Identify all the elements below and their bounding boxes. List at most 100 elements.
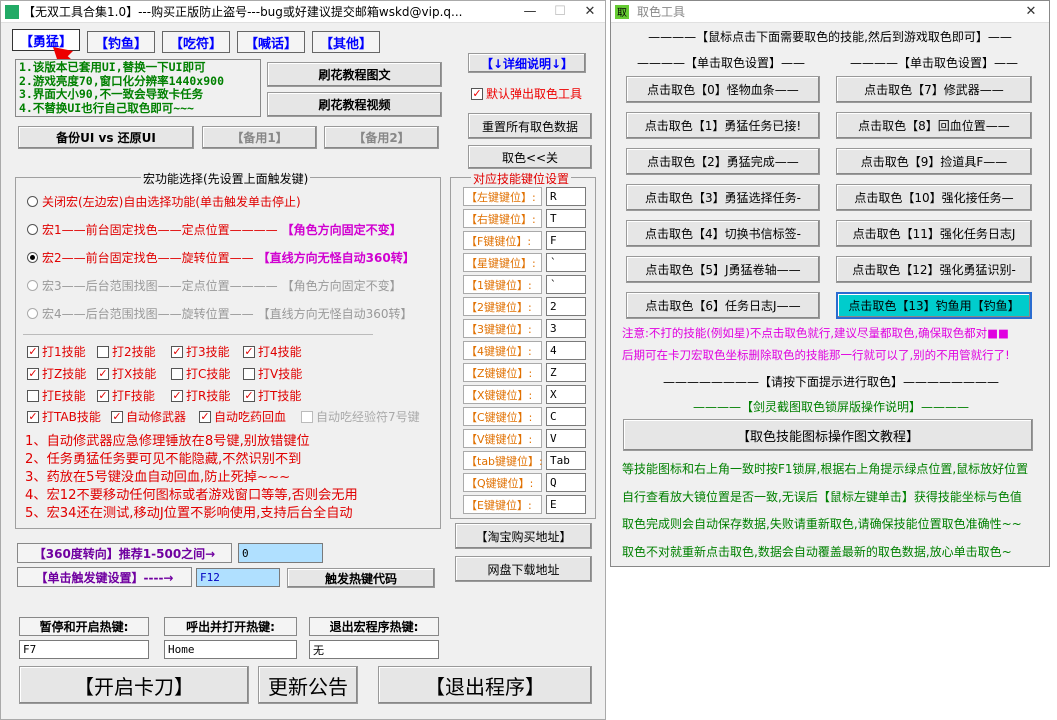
download-button[interactable]: 网盘下载地址 xyxy=(455,556,592,582)
checkbox-box[interactable]: ✓ xyxy=(171,345,183,358)
key-input[interactable]: F xyxy=(546,231,586,250)
pick-button-13[interactable]: 点击取色【13】钓鱼用【钓鱼】 xyxy=(836,292,1032,319)
auto-popup-checkbox[interactable]: ✓ 默认弹出取色工具 xyxy=(471,85,582,102)
skill-checkbox[interactable]: 打V技能 xyxy=(243,365,302,382)
checkbox-box[interactable] xyxy=(27,389,39,402)
pick-button-6[interactable]: 点击取色【6】任务日志J—— xyxy=(626,292,820,319)
checkbox-box[interactable] xyxy=(243,367,255,380)
radio-dot[interactable] xyxy=(27,224,38,235)
skill-checkbox[interactable]: ✓ 打X技能 xyxy=(97,365,156,382)
pick-button-10[interactable]: 点击取色【10】强化接任务— xyxy=(836,184,1032,211)
checkbox-box[interactable]: ✓ xyxy=(243,345,255,358)
maximize-icon[interactable]: ☐ xyxy=(545,4,575,19)
pick-button-8[interactable]: 点击取色【8】回血位置—— xyxy=(836,112,1032,139)
tab-shout[interactable]: 【喊话】 xyxy=(237,31,305,53)
skill-checkbox[interactable]: ✓ 打1技能 xyxy=(27,343,86,360)
spare2-button[interactable]: 【备用2】 xyxy=(324,126,439,149)
key-input[interactable]: E xyxy=(546,495,586,514)
checkbox-box[interactable]: ✓ xyxy=(27,345,39,358)
key-input[interactable]: 4 xyxy=(546,341,586,360)
taobao-button[interactable]: 【淘宝购买地址】 xyxy=(455,523,592,549)
tutorial-button[interactable]: 【取色技能图标操作图文教程】 xyxy=(623,419,1033,451)
pick-button-0[interactable]: 点击取色【0】怪物血条—— xyxy=(626,76,820,103)
detail-button[interactable]: 【↓详细说明↓】 xyxy=(468,53,586,73)
key-input[interactable]: Tab xyxy=(546,451,586,470)
checkbox-box[interactable]: ✓ xyxy=(243,389,255,402)
pick-button-11[interactable]: 点击取色【11】强化任务日志J xyxy=(836,220,1032,247)
skill-checkbox[interactable]: ✓ 打T技能 xyxy=(243,387,301,404)
pick-button-3[interactable]: 点击取色【3】勇猛选择任务- xyxy=(626,184,820,211)
radio-dot-selected[interactable] xyxy=(27,252,38,263)
checkbox-box[interactable]: ✓ xyxy=(27,367,39,380)
radio-dot[interactable] xyxy=(27,196,38,207)
checkbox-box[interactable]: ✓ xyxy=(97,367,109,380)
checkbox-box[interactable]: ✓ xyxy=(171,389,183,402)
key-input[interactable]: 2 xyxy=(546,297,586,316)
extra-checkbox[interactable]: ✓ 打TAB技能 xyxy=(27,408,101,425)
pause-hotkey-input[interactable]: F7 xyxy=(19,640,149,659)
update-button[interactable]: 更新公告 xyxy=(258,666,358,704)
macro-radio-1[interactable]: 宏1——前台固定找色——定点位置———— 【角色方向固定不变】 xyxy=(27,221,402,238)
turn-input[interactable]: 0 xyxy=(238,543,323,563)
trigger-code-button[interactable]: 触发热键代码 xyxy=(287,568,435,588)
checkbox-box[interactable]: ✓ xyxy=(471,87,483,100)
skill-checkbox[interactable]: ✓ 打Z技能 xyxy=(27,365,86,382)
extra-checkbox[interactable]: ✓ 自动吃药回血 xyxy=(199,408,286,425)
key-input[interactable]: R xyxy=(546,187,586,206)
trigger-input[interactable]: F12 xyxy=(196,568,280,587)
macro-radio-2[interactable]: 宏2——前台固定找色——旋转位置—— 【直线方向无怪自动360转】 xyxy=(27,249,415,266)
checkbox-box[interactable]: ✓ xyxy=(97,389,109,402)
tab-talisman[interactable]: 【吃符】 xyxy=(162,31,230,53)
color-toggle-button[interactable]: 取色<<关 xyxy=(468,145,592,169)
minimize-icon[interactable]: — xyxy=(515,4,545,19)
key-input[interactable]: 3 xyxy=(546,319,586,338)
pick-button-1[interactable]: 点击取色【1】勇猛任务已接! xyxy=(626,112,820,139)
pick-button-4[interactable]: 点击取色【4】切换书信标签- xyxy=(626,220,820,247)
radio-dot[interactable] xyxy=(27,280,38,291)
skill-checkbox[interactable]: 打E技能 xyxy=(27,387,86,404)
key-input[interactable]: Q xyxy=(546,473,586,492)
key-input[interactable]: V xyxy=(546,429,586,448)
checkbox-box[interactable]: ✓ xyxy=(111,410,123,423)
key-input[interactable]: X xyxy=(546,385,586,404)
extra-checkbox[interactable]: ✓ 自动修武器 xyxy=(111,408,186,425)
key-input[interactable]: Z xyxy=(546,363,586,382)
pick-button-7[interactable]: 点击取色【7】修武器—— xyxy=(836,76,1032,103)
checkbox-box[interactable]: ✓ xyxy=(27,410,39,423)
checkbox-box[interactable] xyxy=(97,345,109,358)
extra-checkbox[interactable]: 自动吃经验符7号键 xyxy=(301,408,420,425)
pick-button-5[interactable]: 点击取色【5】J勇猛卷轴—— xyxy=(626,256,820,283)
start-button[interactable]: 【开启卡刀】 xyxy=(19,666,249,704)
skill-checkbox[interactable]: ✓ 打F技能 xyxy=(97,387,155,404)
skill-checkbox[interactable]: ✓ 打4技能 xyxy=(243,343,302,360)
pick-button-2[interactable]: 点击取色【2】勇猛完成—— xyxy=(626,148,820,175)
exit-button[interactable]: 【退出程序】 xyxy=(378,666,592,704)
key-input[interactable]: ` xyxy=(546,275,586,294)
guide-image-button[interactable]: 刷花教程图文 xyxy=(267,62,442,87)
backup-ui-button[interactable]: 备份UI vs 还原UI xyxy=(18,126,194,149)
pick-button-9[interactable]: 点击取色【9】捡道具F—— xyxy=(836,148,1032,175)
exit-hotkey-input[interactable]: 无 xyxy=(309,640,439,659)
checkbox-box[interactable] xyxy=(301,410,313,423)
checkbox-box[interactable]: ✓ xyxy=(199,410,211,423)
skill-checkbox[interactable]: 打2技能 xyxy=(97,343,156,360)
key-input[interactable]: ` xyxy=(546,253,586,272)
spare1-button[interactable]: 【备用1】 xyxy=(202,126,317,149)
open-hotkey-input[interactable]: Home xyxy=(164,640,297,659)
macro-radio-0[interactable]: 关闭宏(左边宏)自由选择功能(单击触发单击停止) xyxy=(27,193,301,210)
skill-checkbox[interactable]: ✓ 打R技能 xyxy=(171,387,230,404)
guide-video-button[interactable]: 刷花教程视频 xyxy=(267,92,442,117)
radio-dot[interactable] xyxy=(27,308,38,319)
key-input[interactable]: C xyxy=(546,407,586,426)
close-icon[interactable]: ✕ xyxy=(575,4,605,19)
macro-radio-4[interactable]: 宏4——后台范围找图——旋转位置—— 【直线方向无怪自动360转】 xyxy=(27,305,413,322)
reset-colors-button[interactable]: 重置所有取色数据 xyxy=(468,113,592,139)
checkbox-box[interactable] xyxy=(171,367,183,380)
skill-checkbox[interactable]: ✓ 打3技能 xyxy=(171,343,230,360)
pick-button-12[interactable]: 点击取色【12】强化勇猛识别- xyxy=(836,256,1032,283)
close-icon[interactable]: ✕ xyxy=(1013,4,1049,19)
tab-other[interactable]: 【其他】 xyxy=(312,31,380,53)
key-input[interactable]: T xyxy=(546,209,586,228)
macro-radio-3[interactable]: 宏3——后台范围找图——定点位置———— 【角色方向固定不变】 xyxy=(27,277,402,294)
skill-checkbox[interactable]: 打C技能 xyxy=(171,365,230,382)
